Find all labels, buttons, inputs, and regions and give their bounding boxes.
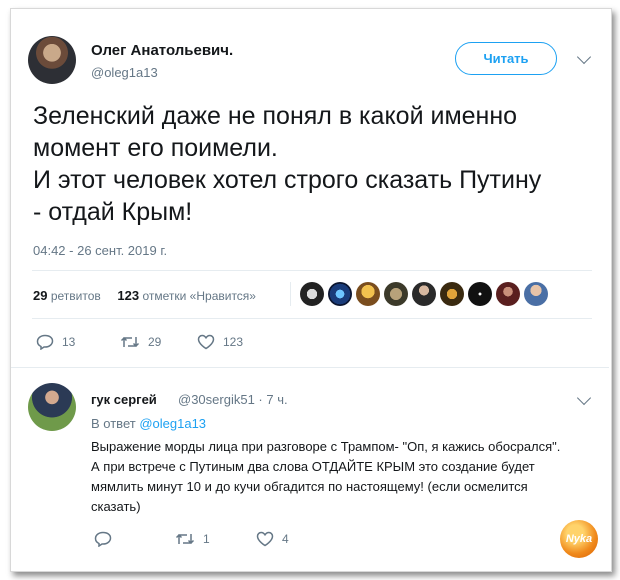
reply-text-line: сказать) (91, 499, 141, 514)
retweet-count: 29 (148, 335, 162, 349)
like-count: 123 (223, 335, 244, 349)
tweet-text-line: И этот человек хотел строго сказать Пути… (33, 166, 542, 194)
like-button[interactable]: 123 (197, 334, 243, 350)
reply-text-line: А при встрече с Путиным два слова ОТДАЙТ… (91, 459, 535, 474)
reply-button[interactable]: 13 (36, 334, 75, 350)
reply-button[interactable] (94, 531, 120, 547)
tweet-timestamp[interactable]: 04:42 - 26 сент. 2019 г. (33, 243, 167, 258)
reply-count: 13 (62, 335, 76, 349)
retweet-count: 1 (203, 532, 210, 546)
in-reply-handle[interactable]: @oleg1a13 (139, 416, 206, 431)
liker-avatar[interactable] (412, 282, 436, 306)
reply-text: Выражение морды лица при разговоре с Тра… (91, 437, 596, 517)
divider (32, 318, 592, 319)
likes-count[interactable]: 123 (117, 288, 139, 303)
retweet-icon (175, 533, 195, 545)
retweets-label[interactable]: ретвитов (51, 289, 101, 303)
tweet-text-line: - отдай Крым! (33, 198, 193, 226)
author-handle[interactable]: @oleg1a13 (91, 65, 158, 80)
heart-icon (197, 334, 215, 350)
divider (290, 282, 291, 306)
reply-author-handle[interactable]: @30sergik51 · 7 ч. (178, 392, 288, 407)
divider (11, 367, 609, 368)
divider (32, 270, 592, 271)
like-count: 4 (282, 532, 289, 546)
liker-avatar[interactable] (300, 282, 324, 306)
liker-avatar[interactable] (496, 282, 520, 306)
tweet-text-line: Зеленский даже не понял в какой именно (33, 102, 518, 130)
tweet-text: Зеленский даже не понял в какой именно м… (33, 100, 593, 228)
reply-text-line: Выражение морды лица при разговоре с Тра… (91, 439, 561, 454)
author-avatar[interactable] (28, 36, 76, 84)
liker-avatar[interactable] (328, 282, 352, 306)
retweet-button[interactable]: 29 (120, 334, 161, 350)
reply-text-line: мямлить минут 10 и до кучи обгадится по … (91, 479, 528, 494)
likes-label[interactable]: отметки «Нравится» (142, 289, 256, 303)
liker-avatar[interactable] (440, 282, 464, 306)
in-reply-prefix: В ответ (91, 416, 136, 431)
retweets-count[interactable]: 29 (33, 288, 47, 303)
reply-icon (36, 334, 54, 350)
watermark-logo: Nyka (560, 520, 598, 558)
liker-avatar[interactable] (356, 282, 380, 306)
liker-avatar[interactable] (468, 282, 492, 306)
reply-author-name[interactable]: гук сергей (91, 392, 157, 407)
liker-avatars (300, 282, 552, 306)
tweet-stats: 29 ретвитов 123 отметки «Нравится» (33, 288, 256, 303)
follow-button[interactable]: Читать (455, 42, 557, 75)
retweet-icon (120, 336, 140, 348)
liker-avatar[interactable] (384, 282, 408, 306)
tweet-text-line: момент его поимели. (33, 134, 278, 162)
retweet-button[interactable]: 1 (175, 531, 210, 547)
heart-icon (256, 531, 274, 547)
in-reply-to: В ответ @oleg1a13 (91, 416, 206, 431)
reply-author-avatar[interactable] (28, 383, 76, 431)
author-name[interactable]: Олег Анатольевич. (91, 42, 233, 59)
like-button[interactable]: 4 (256, 531, 289, 547)
liker-avatar[interactable] (524, 282, 548, 306)
reply-icon (94, 531, 112, 547)
